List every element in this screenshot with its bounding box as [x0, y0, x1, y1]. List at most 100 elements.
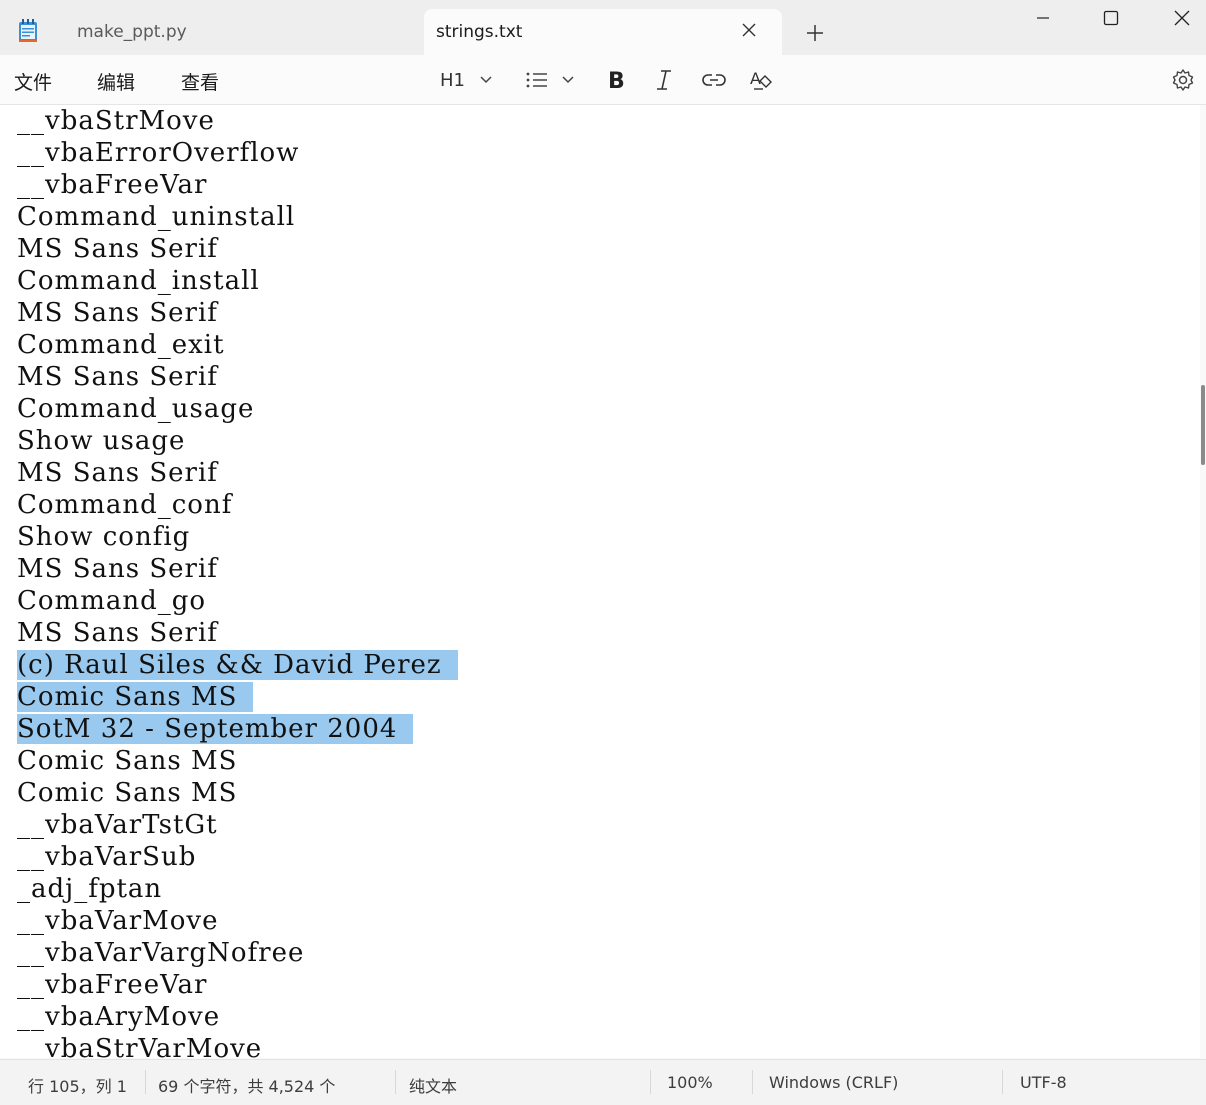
encoding[interactable]: UTF-8 — [1020, 1073, 1067, 1092]
selected-text: Comic Sans MS — [17, 682, 254, 712]
divider — [1002, 1070, 1003, 1094]
line-text: Command_install — [17, 266, 260, 296]
line-text: MS Sans Serif — [17, 554, 218, 584]
vertical-scrollbar[interactable] — [1201, 385, 1205, 465]
clear-format-icon: A — [749, 67, 775, 93]
line-ending[interactable]: Windows (CRLF) — [769, 1073, 898, 1092]
title-bar: make_ppt.py strings.txt — [0, 0, 1206, 55]
text-line: Comic Sans MS — [17, 745, 237, 777]
chevron-down-icon — [561, 75, 575, 85]
link-icon — [702, 70, 726, 90]
line-text: __vbaFreeVar — [17, 170, 208, 200]
close-window-button[interactable] — [1154, 0, 1206, 36]
line-text: __vbaAryMove — [17, 1002, 221, 1032]
menu-edit[interactable]: 编辑 — [97, 68, 135, 95]
maximize-button[interactable] — [1083, 0, 1139, 36]
line-text: MS Sans Serif — [17, 618, 218, 648]
italic-button[interactable] — [654, 66, 674, 94]
line-text: Show usage — [17, 426, 186, 456]
list-dropdown[interactable] — [525, 66, 575, 94]
line-text: Command_uninstall — [17, 202, 296, 232]
text-line: Command_go — [17, 585, 206, 617]
line-text: __vbaVarTstGt — [17, 810, 218, 840]
cursor-position[interactable]: 行 105，列 1 — [28, 1073, 127, 1097]
text-line: Command_uninstall — [17, 201, 295, 233]
text-line: MS Sans Serif — [17, 233, 218, 265]
text-line: Comic Sans MS — [17, 777, 237, 809]
line-text: Command_usage — [17, 394, 255, 424]
line-text: __vbaVarSub — [17, 842, 197, 872]
text-line: __vbaFreeVar — [17, 969, 207, 1001]
text-line: MS Sans Serif — [17, 297, 218, 329]
notepad-icon — [18, 19, 38, 43]
line-text: Command_exit — [17, 330, 225, 360]
menu-view[interactable]: 查看 — [181, 68, 219, 95]
bold-button[interactable]: B — [606, 66, 626, 94]
status-bar: 行 105，列 1 69 个字符，共 4,524 个 纯文本 100% Wind… — [0, 1059, 1206, 1105]
line-text: __vbaStrVarMove — [17, 1034, 263, 1058]
svg-text:A: A — [750, 69, 761, 88]
line-text: Show config — [17, 522, 191, 552]
text-line: __vbaVarSub — [17, 841, 196, 873]
line-text: Command_conf — [17, 490, 233, 520]
italic-icon — [654, 68, 674, 92]
bold-icon: B — [606, 68, 626, 92]
svg-text:B: B — [608, 69, 625, 92]
close-tab-icon[interactable] — [740, 21, 758, 39]
selected-text: SotM 32 - September 2004 — [17, 714, 414, 744]
menu-bar: 文件 编辑 查看 H1 B A — [0, 55, 1206, 105]
divider — [395, 1070, 396, 1094]
text-line: __vbaFreeVar — [17, 169, 207, 201]
text-line: __vbaAryMove — [17, 1001, 220, 1033]
minimize-button[interactable] — [1015, 0, 1071, 36]
new-tab-plus-icon[interactable] — [803, 21, 827, 45]
line-text: __vbaFreeVar — [17, 970, 208, 1000]
line-text: Comic Sans MS — [17, 746, 238, 776]
text-line: __vbaVarVargNofree — [17, 937, 304, 969]
text-line: __vbaStrMove — [17, 105, 215, 137]
text-editor[interactable]: __vbaStrMove __vbaErrorOverflow __vbaFreeV… — [0, 105, 1200, 1058]
line-text: _adj_fptan — [17, 874, 163, 904]
chevron-down-icon — [479, 75, 493, 85]
heading-dropdown[interactable]: H1 — [440, 66, 493, 94]
text-line: _adj_fptan — [17, 873, 162, 905]
settings-button[interactable] — [1171, 66, 1195, 94]
text-line: Command_conf — [17, 489, 232, 521]
list-icon — [525, 70, 549, 90]
text-line: Command_install — [17, 265, 260, 297]
file-format[interactable]: 纯文本 — [409, 1073, 457, 1097]
text-line: __vbaVarMove — [17, 905, 219, 937]
line-text: __vbaVarVargNofree — [17, 938, 305, 968]
text-line: __vbaStrVarMove — [17, 1033, 262, 1058]
menu-file[interactable]: 文件 — [14, 68, 52, 95]
zoom-level[interactable]: 100% — [667, 1073, 713, 1092]
tab-make-ppt[interactable]: make_ppt.py — [10, 9, 420, 55]
line-text: __vbaStrMove — [17, 106, 215, 136]
line-text: Command_go — [17, 586, 207, 616]
line-text: MS Sans Serif — [17, 234, 218, 264]
divider — [145, 1070, 146, 1094]
text-line: MS Sans Serif — [17, 457, 218, 489]
heading-label: H1 — [440, 69, 465, 91]
tab-strings[interactable]: strings.txt — [424, 9, 782, 55]
line-text: MS Sans Serif — [17, 298, 218, 328]
gear-icon — [1171, 68, 1195, 92]
character-count: 69 个字符，共 4,524 个 — [158, 1077, 336, 1096]
tab-label: strings.txt — [436, 22, 523, 42]
text-line: MS Sans Serif — [17, 553, 218, 585]
link-button[interactable] — [702, 66, 726, 94]
text-line: Show config — [17, 521, 190, 553]
line-text: MS Sans Serif — [17, 458, 218, 488]
line-text: __vbaVarMove — [17, 906, 219, 936]
text-line: Command_exit — [17, 329, 225, 361]
clear-format-button[interactable]: A — [749, 66, 775, 94]
line-text: MS Sans Serif — [17, 362, 218, 392]
line-text: Comic Sans MS — [17, 778, 238, 808]
text-line: Comic Sans MS — [17, 681, 254, 713]
selected-text: (c) Raul Siles && David Perez — [17, 650, 458, 680]
text-line: __vbaErrorOverflow — [17, 137, 299, 169]
text-line: (c) Raul Siles && David Perez — [17, 649, 458, 681]
text-line: __vbaVarTstGt — [17, 809, 218, 841]
text-line: Command_usage — [17, 393, 254, 425]
text-line: SotM 32 - September 2004 — [17, 713, 414, 745]
